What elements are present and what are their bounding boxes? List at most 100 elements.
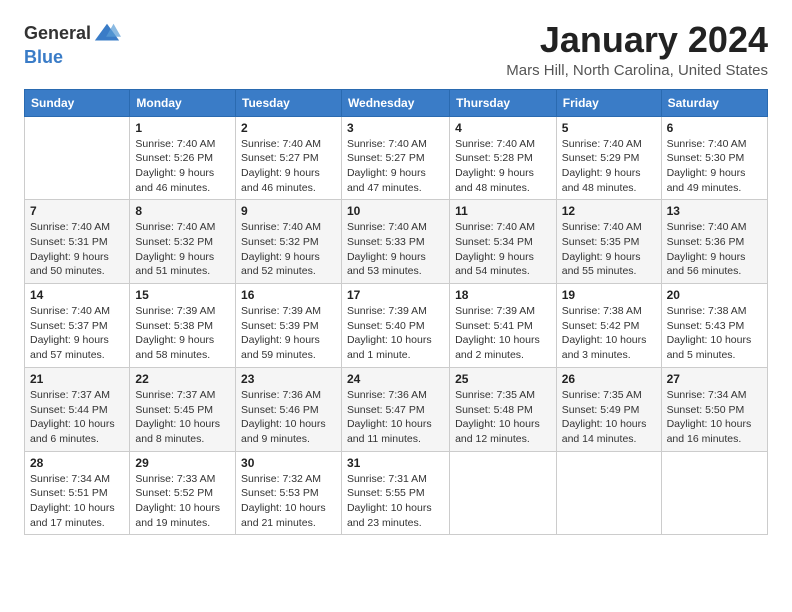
day-number: 16 bbox=[241, 288, 336, 302]
cell-content: Sunrise: 7:33 AM Sunset: 5:52 PM Dayligh… bbox=[135, 472, 230, 531]
day-number: 7 bbox=[30, 204, 124, 218]
cell-content: Sunrise: 7:39 AM Sunset: 5:41 PM Dayligh… bbox=[455, 304, 551, 363]
day-number: 18 bbox=[455, 288, 551, 302]
cell-content: Sunrise: 7:40 AM Sunset: 5:34 PM Dayligh… bbox=[455, 220, 551, 279]
cell-content: Sunrise: 7:35 AM Sunset: 5:48 PM Dayligh… bbox=[455, 388, 551, 447]
cell-content: Sunrise: 7:40 AM Sunset: 5:29 PM Dayligh… bbox=[562, 137, 656, 196]
day-number: 19 bbox=[562, 288, 656, 302]
day-number: 14 bbox=[30, 288, 124, 302]
table-row: 17Sunrise: 7:39 AM Sunset: 5:40 PM Dayli… bbox=[341, 284, 449, 368]
cell-content: Sunrise: 7:40 AM Sunset: 5:32 PM Dayligh… bbox=[135, 220, 230, 279]
table-row: 29Sunrise: 7:33 AM Sunset: 5:52 PM Dayli… bbox=[130, 451, 236, 535]
day-number: 20 bbox=[667, 288, 762, 302]
calendar-week-row: 14 Sunrise: 7:40 AM Sunset: 5:37 PM Dayli… bbox=[25, 284, 768, 368]
table-row: 2 Sunrise: 7:40 AM Sunset: 5:27 PM Daylig… bbox=[236, 116, 342, 200]
table-row: 16 Sunrise: 7:39 AM Sunset: 5:39 PM Dayli… bbox=[236, 284, 342, 368]
calendar-week-row: 1 Sunrise: 7:40 AM Sunset: 5:26 PM Daylig… bbox=[25, 116, 768, 200]
day-number: 9 bbox=[241, 204, 336, 218]
day-number: 13 bbox=[667, 204, 762, 218]
day-number: 10 bbox=[347, 204, 444, 218]
day-number: 6 bbox=[667, 121, 762, 135]
table-row: 18 Sunrise: 7:39 AM Sunset: 5:41 PM Dayli… bbox=[450, 284, 557, 368]
cell-content: Sunrise: 7:37 AM Sunset: 5:44 PM Dayligh… bbox=[30, 388, 124, 447]
table-row: 12Sunrise: 7:40 AM Sunset: 5:35 PM Dayli… bbox=[556, 200, 661, 284]
header-monday: Monday bbox=[130, 89, 236, 116]
calendar-week-row: 28 Sunrise: 7:34 AM Sunset: 5:51 PM Dayli… bbox=[25, 451, 768, 535]
table-row: 20 Sunrise: 7:38 AM Sunset: 5:43 PM Dayli… bbox=[661, 284, 767, 368]
day-number: 4 bbox=[455, 121, 551, 135]
cell-content: Sunrise: 7:39 AM Sunset: 5:39 PM Dayligh… bbox=[241, 304, 336, 363]
day-number: 15 bbox=[135, 288, 230, 302]
header-sunday: Sunday bbox=[25, 89, 130, 116]
table-row bbox=[556, 451, 661, 535]
table-row: 28 Sunrise: 7:34 AM Sunset: 5:51 PM Dayli… bbox=[25, 451, 130, 535]
day-number: 1 bbox=[135, 121, 230, 135]
table-row: 27Sunrise: 7:34 AM Sunset: 5:50 PM Dayli… bbox=[661, 367, 767, 451]
cell-content: Sunrise: 7:36 AM Sunset: 5:46 PM Dayligh… bbox=[241, 388, 336, 447]
cell-content: Sunrise: 7:40 AM Sunset: 5:27 PM Dayligh… bbox=[347, 137, 444, 196]
cell-content: Sunrise: 7:36 AM Sunset: 5:47 PM Dayligh… bbox=[347, 388, 444, 447]
day-number: 3 bbox=[347, 121, 444, 135]
logo: General Blue bbox=[24, 20, 119, 68]
table-row: 8 Sunrise: 7:40 AM Sunset: 5:32 PM Daylig… bbox=[130, 200, 236, 284]
table-row: 23 Sunrise: 7:36 AM Sunset: 5:46 PM Dayli… bbox=[236, 367, 342, 451]
header-thursday: Thursday bbox=[450, 89, 557, 116]
table-row: 11Sunrise: 7:40 AM Sunset: 5:34 PM Dayli… bbox=[450, 200, 557, 284]
cell-content: Sunrise: 7:40 AM Sunset: 5:32 PM Dayligh… bbox=[241, 220, 336, 279]
cell-content: Sunrise: 7:40 AM Sunset: 5:35 PM Dayligh… bbox=[562, 220, 656, 279]
table-row: 21 Sunrise: 7:37 AM Sunset: 5:44 PM Dayli… bbox=[25, 367, 130, 451]
table-row bbox=[25, 116, 130, 200]
cell-content: Sunrise: 7:40 AM Sunset: 5:27 PM Dayligh… bbox=[241, 137, 336, 196]
table-row: 13 Sunrise: 7:40 AM Sunset: 5:36 PM Dayli… bbox=[661, 200, 767, 284]
day-number: 21 bbox=[30, 372, 124, 386]
cell-content: Sunrise: 7:39 AM Sunset: 5:40 PM Dayligh… bbox=[347, 304, 444, 363]
calendar-header-row: Sunday Monday Tuesday Wednesday Thursday… bbox=[25, 89, 768, 116]
cell-content: Sunrise: 7:40 AM Sunset: 5:36 PM Dayligh… bbox=[667, 220, 762, 279]
cell-content: Sunrise: 7:40 AM Sunset: 5:30 PM Dayligh… bbox=[667, 137, 762, 196]
cell-content: Sunrise: 7:38 AM Sunset: 5:42 PM Dayligh… bbox=[562, 304, 656, 363]
header-friday: Friday bbox=[556, 89, 661, 116]
cell-content: Sunrise: 7:38 AM Sunset: 5:43 PM Dayligh… bbox=[667, 304, 762, 363]
cell-content: Sunrise: 7:40 AM Sunset: 5:28 PM Dayligh… bbox=[455, 137, 551, 196]
table-row: 15 Sunrise: 7:39 AM Sunset: 5:38 PM Dayli… bbox=[130, 284, 236, 368]
table-row bbox=[661, 451, 767, 535]
logo-blue-text: Blue bbox=[24, 48, 119, 68]
table-row: 3 Sunrise: 7:40 AM Sunset: 5:27 PM Daylig… bbox=[341, 116, 449, 200]
table-row: 30Sunrise: 7:32 AM Sunset: 5:53 PM Dayli… bbox=[236, 451, 342, 535]
cell-content: Sunrise: 7:37 AM Sunset: 5:45 PM Dayligh… bbox=[135, 388, 230, 447]
header-tuesday: Tuesday bbox=[236, 89, 342, 116]
day-number: 8 bbox=[135, 204, 230, 218]
calendar-week-row: 7Sunrise: 7:40 AM Sunset: 5:31 PM Daylig… bbox=[25, 200, 768, 284]
cell-content: Sunrise: 7:34 AM Sunset: 5:50 PM Dayligh… bbox=[667, 388, 762, 447]
cell-content: Sunrise: 7:31 AM Sunset: 5:55 PM Dayligh… bbox=[347, 472, 444, 531]
table-row: 5Sunrise: 7:40 AM Sunset: 5:29 PM Daylig… bbox=[556, 116, 661, 200]
logo-general-text: General bbox=[24, 24, 91, 44]
table-row: 4 Sunrise: 7:40 AM Sunset: 5:28 PM Daylig… bbox=[450, 116, 557, 200]
day-number: 2 bbox=[241, 121, 336, 135]
cell-content: Sunrise: 7:40 AM Sunset: 5:26 PM Dayligh… bbox=[135, 137, 230, 196]
day-number: 28 bbox=[30, 456, 124, 470]
day-number: 23 bbox=[241, 372, 336, 386]
calendar-subtitle: Mars Hill, North Carolina, United States bbox=[506, 62, 768, 79]
day-number: 22 bbox=[135, 372, 230, 386]
cell-content: Sunrise: 7:34 AM Sunset: 5:51 PM Dayligh… bbox=[30, 472, 124, 531]
day-number: 26 bbox=[562, 372, 656, 386]
cell-content: Sunrise: 7:40 AM Sunset: 5:37 PM Dayligh… bbox=[30, 304, 124, 363]
cell-content: Sunrise: 7:39 AM Sunset: 5:38 PM Dayligh… bbox=[135, 304, 230, 363]
table-row: 25Sunrise: 7:35 AM Sunset: 5:48 PM Dayli… bbox=[450, 367, 557, 451]
day-number: 24 bbox=[347, 372, 444, 386]
page-header: General Blue January 2024 Mars Hill, Nor… bbox=[24, 20, 768, 79]
table-row: 14 Sunrise: 7:40 AM Sunset: 5:37 PM Dayli… bbox=[25, 284, 130, 368]
cell-content: Sunrise: 7:35 AM Sunset: 5:49 PM Dayligh… bbox=[562, 388, 656, 447]
calendar-week-row: 21 Sunrise: 7:37 AM Sunset: 5:44 PM Dayli… bbox=[25, 367, 768, 451]
table-row: 7Sunrise: 7:40 AM Sunset: 5:31 PM Daylig… bbox=[25, 200, 130, 284]
table-row: 10Sunrise: 7:40 AM Sunset: 5:33 PM Dayli… bbox=[341, 200, 449, 284]
table-row: 19 Sunrise: 7:38 AM Sunset: 5:42 PM Dayli… bbox=[556, 284, 661, 368]
table-row: 22 Sunrise: 7:37 AM Sunset: 5:45 PM Dayli… bbox=[130, 367, 236, 451]
table-row: 31Sunrise: 7:31 AM Sunset: 5:55 PM Dayli… bbox=[341, 451, 449, 535]
logo-icon bbox=[93, 20, 121, 48]
table-row: 24 Sunrise: 7:36 AM Sunset: 5:47 PM Dayli… bbox=[341, 367, 449, 451]
day-number: 30 bbox=[241, 456, 336, 470]
table-row: 9 Sunrise: 7:40 AM Sunset: 5:32 PM Daylig… bbox=[236, 200, 342, 284]
table-row bbox=[450, 451, 557, 535]
